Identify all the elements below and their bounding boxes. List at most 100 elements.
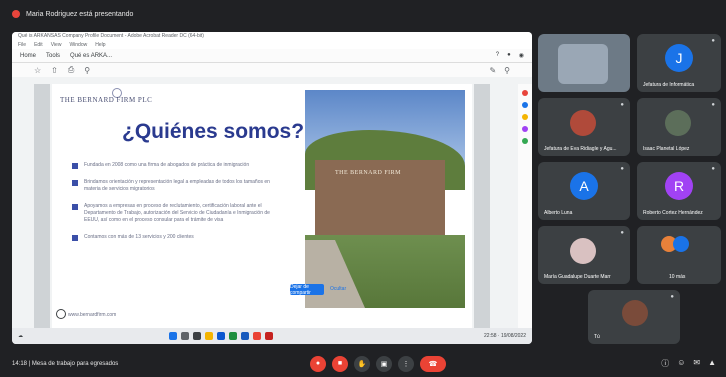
mic-off-icon: ● (711, 166, 715, 172)
tab-document[interactable]: Qué es ARKA... (70, 53, 112, 59)
bullet-icon (72, 163, 78, 169)
activities-icon[interactable]: ▲ (708, 358, 716, 369)
building-sign: THE BERNARD FIRM (335, 170, 402, 176)
people-icon[interactable]: ☺ (677, 358, 685, 369)
mic-off-icon: ● (620, 230, 624, 236)
presenter-text: Maria Rodriguez está presentando (26, 10, 134, 18)
avatar (665, 110, 691, 136)
star-icon[interactable]: ☆ (34, 66, 41, 75)
list-item: Fundada en 2008 como una firma de abogad… (72, 162, 282, 169)
raise-hand-button[interactable]: ✋ (354, 355, 370, 372)
menu-window[interactable]: Window (69, 42, 87, 48)
mic-off-icon: ● (620, 166, 624, 172)
fill-sign-icon[interactable] (522, 138, 528, 144)
participant-name: Roberto Cortez Hernández (643, 210, 703, 216)
side-panel-icons: ⓘ ☺ ✉ ▲ (661, 358, 716, 369)
building-photo: THE BERNARD FIRM (305, 90, 465, 308)
mic-off-icon: ● (670, 294, 674, 300)
taskbar-apps (169, 332, 273, 340)
more-participants-label: 10 más (669, 274, 686, 280)
participant-name: Jefatura de Eva Ridiagle y Agu... (544, 146, 617, 152)
windows-taskbar: ☁ 22:58 · 19/08/2022 (12, 328, 532, 344)
bullet-list: Fundada en 2008 como una firma de abogad… (72, 162, 282, 251)
present-button[interactable]: ▣ (376, 355, 392, 372)
meeting-info: 14:18 | Mesa de trabajo para egresados (12, 360, 119, 367)
search-taskbar-icon[interactable] (181, 332, 189, 340)
slide-title: ¿Quiénes somos? (122, 120, 305, 143)
end-call-button[interactable]: ☎ (420, 355, 446, 372)
list-item: Apoyamos a empresas en proceso de reclut… (72, 203, 282, 224)
user-icon[interactable]: ◉ (519, 52, 524, 59)
doc-toolbar-secondary: ☆ ⇧ ⎙ ⚲ ✎ ⚲ (12, 63, 532, 77)
meeting-controls-bar: 14:18 | Mesa de trabajo para egresados ●… (0, 350, 726, 377)
participant-name: Isaac Planetal López (643, 146, 690, 152)
bullet-icon (72, 180, 78, 186)
zoom-icon[interactable]: ⚲ (84, 66, 90, 75)
folder-icon[interactable] (205, 332, 213, 340)
avatar (673, 236, 689, 252)
doc-toolbar: Home Tools Qué es ARKA... ? ● ◉ (12, 49, 532, 63)
acrobat-sidebar (518, 84, 532, 328)
edge-icon[interactable] (217, 332, 225, 340)
meet-window: Maria Rodriguez está presentando Qué is … (0, 0, 726, 377)
print-icon[interactable]: ⎙ (68, 65, 74, 75)
search-icon[interactable]: ⚲ (504, 66, 510, 75)
menu-view[interactable]: View (51, 42, 62, 48)
mic-off-icon: ● (620, 102, 624, 108)
acrobat-icon[interactable] (265, 332, 273, 340)
participant-tile[interactable]: R ● Roberto Cortez Hernández (637, 162, 721, 220)
avatar: A (570, 172, 598, 200)
participant-tile-presenter[interactable] (538, 34, 630, 92)
call-controls: ● ■ ✋ ▣ ⋮ ☎ (310, 355, 446, 372)
doc-menu: File Edit View Window Help (12, 41, 532, 49)
self-tile[interactable]: ● Tú (588, 290, 680, 344)
windows-icon[interactable] (169, 332, 177, 340)
organize-icon[interactable] (522, 126, 528, 132)
help-icon[interactable]: ? (496, 52, 499, 59)
mic-button[interactable]: ● (310, 355, 326, 372)
taskview-icon[interactable] (193, 332, 201, 340)
participant-tile[interactable]: ● María Guadalupe Duarte Marr (538, 226, 630, 284)
mic-off-icon: ● (711, 38, 715, 44)
stop-sharing-button[interactable]: Dejar de compartir (290, 284, 324, 296)
bullet-icon (72, 235, 78, 241)
doc-titlebar: Qué is ARKANSAS Company Profile Document… (12, 32, 532, 41)
tab-tools[interactable]: Tools (46, 53, 60, 59)
edit-icon[interactable] (522, 102, 528, 108)
participant-tile[interactable]: ● Jefatura de Eva Ridiagle y Agu... (538, 98, 630, 156)
mic-off-icon: ● (711, 102, 715, 108)
hide-button[interactable]: Ocultar (330, 286, 346, 292)
participant-name: Alberto Luna (544, 210, 573, 216)
menu-edit[interactable]: Edit (34, 42, 43, 48)
more-participants-tile[interactable]: 10 más (637, 226, 721, 284)
bullet-icon (72, 204, 78, 210)
word-icon[interactable] (241, 332, 249, 340)
page-margin-right (474, 84, 490, 334)
upload-icon[interactable]: ⇧ (51, 66, 58, 75)
presentation-banner: Maria Rodriguez está presentando (6, 6, 720, 22)
chrome-icon[interactable] (253, 332, 261, 340)
avatar (570, 110, 596, 136)
info-icon[interactable]: ⓘ (661, 358, 669, 369)
comment-tool-icon[interactable] (522, 114, 528, 120)
participant-tile[interactable]: ● Isaac Planetal López (637, 98, 721, 156)
recording-icon (12, 10, 20, 18)
export-icon[interactable] (522, 90, 528, 96)
participant-tile[interactable]: J ● Jefatura de Informática (637, 34, 721, 92)
menu-file[interactable]: File (18, 42, 26, 48)
bell-icon[interactable]: ● (507, 52, 511, 59)
menu-help[interactable]: Help (95, 42, 105, 48)
chat-icon[interactable]: ✉ (693, 358, 700, 369)
globe-icon (56, 309, 66, 319)
slide-footer: www.bernardfirm.com (68, 312, 117, 318)
weather-icon: ☁ (18, 333, 23, 339)
participant-name: María Guadalupe Duarte Marr (544, 274, 611, 280)
avatar: R (665, 172, 693, 200)
excel-icon[interactable] (229, 332, 237, 340)
more-options-button[interactable]: ⋮ (398, 355, 414, 372)
camera-button[interactable]: ■ (332, 355, 348, 372)
participant-tile[interactable]: A ● Alberto Luna (538, 162, 630, 220)
tab-home[interactable]: Home (20, 53, 36, 59)
comment-icon[interactable]: ✎ (489, 66, 496, 75)
participant-name: Jefatura de Informática (643, 82, 695, 88)
